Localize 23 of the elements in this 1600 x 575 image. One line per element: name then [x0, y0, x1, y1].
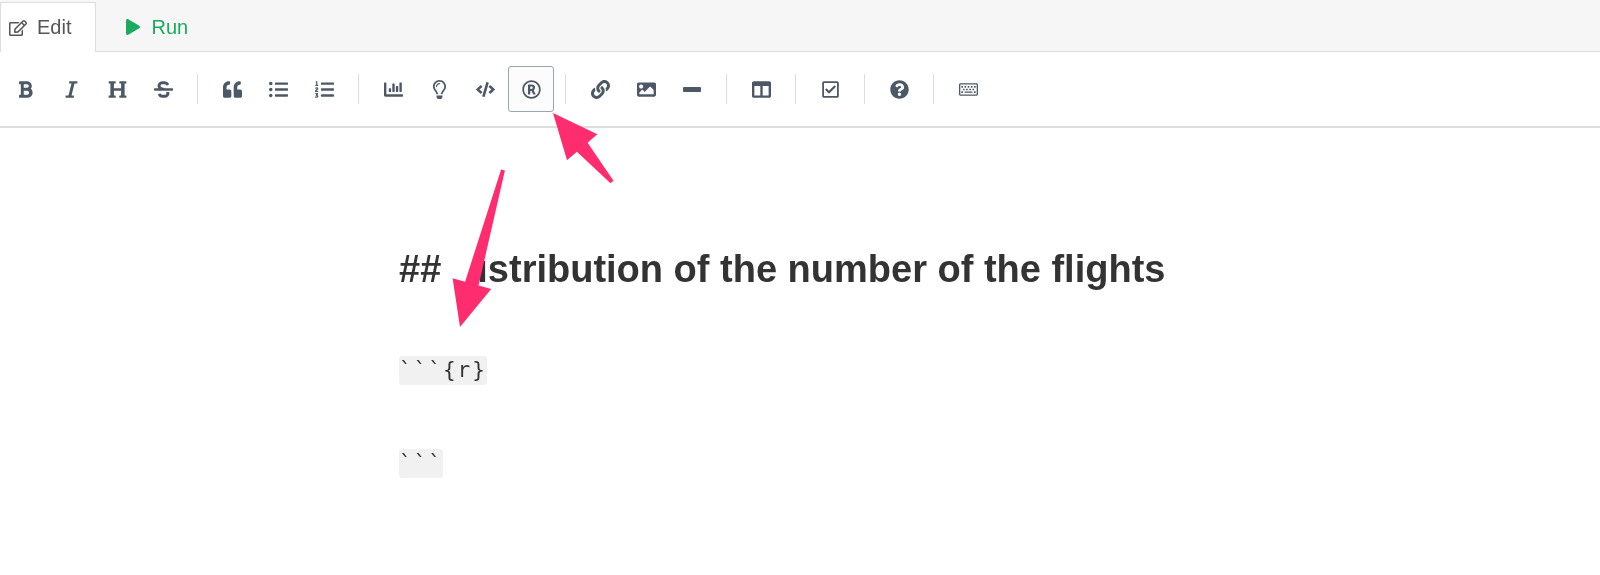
code-fence: ``` — [399, 449, 443, 478]
link-icon — [590, 79, 610, 99]
tab[interactable]: Edit — [0, 2, 97, 52]
toolbar-button[interactable] — [508, 66, 554, 112]
edit-icon — [9, 18, 27, 37]
play-icon — [125, 19, 142, 35]
code-icon — [475, 79, 495, 99]
markdown-heading: istribution of the number of the flights — [477, 247, 1166, 292]
checkbox-icon — [820, 79, 840, 99]
registered-icon — [521, 79, 541, 99]
help-icon — [889, 79, 909, 99]
bullet-list-icon — [268, 79, 288, 99]
numbered-list-icon — [314, 79, 334, 99]
minus-icon — [683, 86, 701, 92]
strikethrough-icon — [153, 79, 173, 99]
bar-chart-icon — [383, 79, 403, 99]
quote-icon — [222, 79, 242, 99]
annotation-arrow — [553, 113, 614, 184]
heading-icon — [107, 79, 127, 99]
markdown-heading: ## — [399, 247, 442, 292]
code-fence: ```{r} — [399, 356, 487, 385]
image-icon — [636, 79, 656, 99]
columns-icon — [751, 79, 771, 99]
